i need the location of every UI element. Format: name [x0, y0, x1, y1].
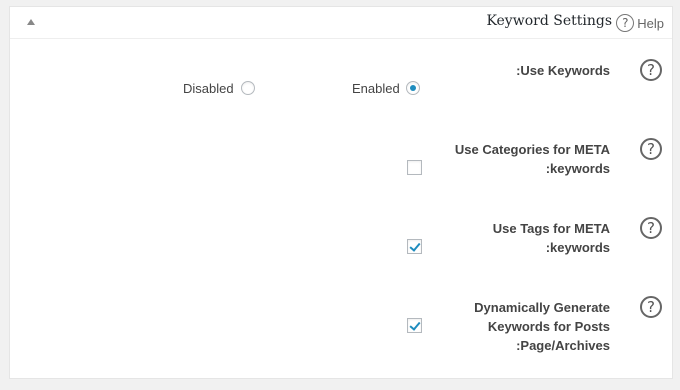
- use-categories-help-icon[interactable]: ?: [640, 138, 662, 160]
- use-keywords-enabled-radio[interactable]: [406, 81, 420, 95]
- help-label: Help: [637, 15, 664, 31]
- use-categories-checkbox[interactable]: [407, 160, 422, 175]
- use-tags-checkbox[interactable]: [407, 239, 422, 254]
- use-tags-label: Use Tags for META :keywords: [492, 221, 610, 255]
- collapse-arrow-icon[interactable]: [27, 19, 35, 25]
- use-categories-label: Use Categories for META :keywords: [454, 142, 610, 176]
- keyword-settings-panel: Keyword Settings ? Help :Use Keywords ? …: [9, 6, 673, 379]
- dynamic-keywords-help-icon[interactable]: ?: [640, 296, 662, 318]
- use-keywords-label: :Use Keywords: [516, 63, 610, 78]
- use-tags-help-icon[interactable]: ?: [640, 217, 662, 239]
- panel-title: Keyword Settings: [486, 13, 612, 29]
- dynamic-keywords-checkbox[interactable]: [407, 318, 422, 333]
- use-keywords-help-icon[interactable]: ?: [640, 59, 662, 81]
- use-keywords-disabled-radio[interactable]: [241, 81, 255, 95]
- enabled-option-label: Enabled: [352, 81, 400, 96]
- disabled-option-label: Disabled: [183, 81, 234, 96]
- panel-header: Keyword Settings ? Help: [10, 7, 672, 39]
- question-circle-icon: ?: [616, 14, 635, 32]
- dynamic-keywords-label: Dynamically Generate Keywords for Posts …: [474, 300, 610, 353]
- help-button[interactable]: ? Help: [616, 13, 664, 33]
